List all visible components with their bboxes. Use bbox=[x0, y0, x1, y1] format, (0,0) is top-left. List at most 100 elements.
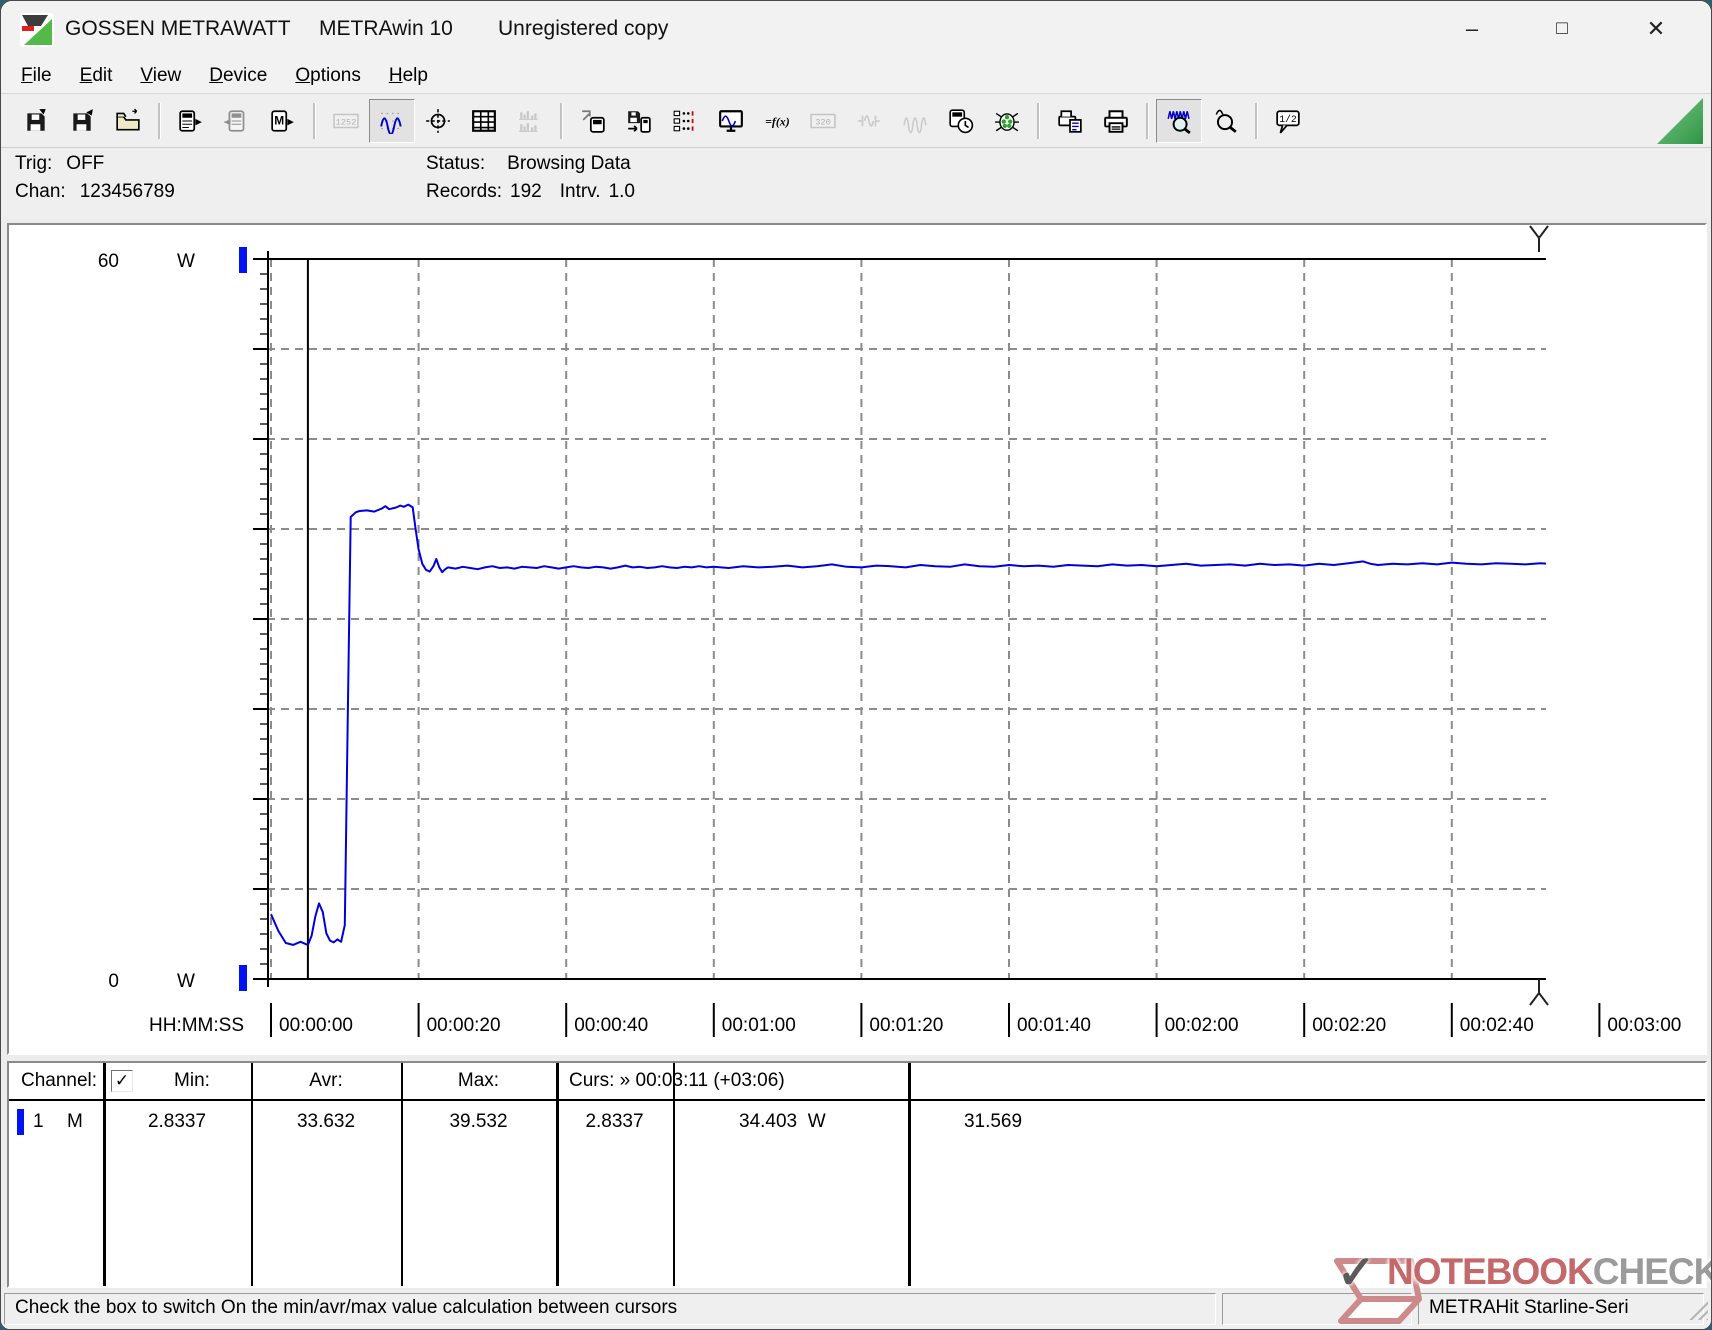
status-line: Status:Browsing Data bbox=[426, 153, 631, 175]
timed-recording-button[interactable] bbox=[938, 99, 984, 143]
print-preview-button[interactable] bbox=[1047, 99, 1093, 143]
toolbar-separator bbox=[313, 103, 316, 139]
cursor2-unit: W bbox=[808, 1111, 826, 1132]
channel-status: Chan:123456789 bbox=[15, 181, 175, 203]
menu-item-help[interactable]: Help bbox=[375, 65, 442, 87]
records-line: Records:192Intrv.1.0 bbox=[426, 181, 635, 203]
toolbar: M 1252 =f(x) 320 1/2 bbox=[1, 94, 1711, 148]
send-to-device-button bbox=[214, 99, 260, 143]
statusbar-empty-section bbox=[1222, 1293, 1412, 1325]
max-header: Max: bbox=[401, 1070, 556, 1092]
table-view-button[interactable] bbox=[461, 99, 507, 143]
save-export-button[interactable] bbox=[13, 99, 59, 143]
title-brand: GOSSEN METRAWATT bbox=[65, 17, 291, 41]
title-app: METRAwin 10 bbox=[319, 17, 453, 41]
channel-number: 1 bbox=[33, 1111, 44, 1133]
monitor-view-icon bbox=[718, 108, 744, 134]
cursor-header: Curs: » 00:03:11 (+03:06) bbox=[569, 1070, 785, 1092]
menu-item-file[interactable]: File bbox=[7, 65, 66, 87]
title-unregistered-note: Unregistered copy bbox=[498, 17, 668, 41]
header-underline bbox=[9, 1099, 1705, 1101]
toolbar-separator bbox=[1037, 103, 1040, 139]
device-settings-button[interactable] bbox=[570, 99, 616, 143]
interval-value: 1.0 bbox=[609, 181, 635, 202]
trigger-status: Trig: OFF bbox=[15, 153, 104, 175]
print-button[interactable] bbox=[1093, 99, 1139, 143]
zoom-in-button[interactable] bbox=[1156, 99, 1202, 143]
filter-button bbox=[892, 99, 938, 143]
svg-text:1/2: 1/2 bbox=[1279, 114, 1297, 125]
formula-button[interactable]: =f(x) bbox=[754, 99, 800, 143]
extra-value: 31.569 bbox=[908, 1111, 1078, 1133]
histogram-view-icon bbox=[517, 108, 543, 134]
column-divider bbox=[401, 1063, 403, 1286]
channel-header: Channel: bbox=[21, 1070, 97, 1092]
records-value: 192 bbox=[510, 181, 542, 202]
title-bar[interactable]: GOSSEN METRAWATT METRAwin 10 Unregistere… bbox=[1, 1, 1711, 58]
save-import-button[interactable] bbox=[59, 99, 105, 143]
maximize-button[interactable]: □ bbox=[1533, 7, 1591, 51]
menu-bar: FileEditViewDeviceOptionsHelp bbox=[1, 58, 1711, 94]
annotation-button[interactable]: 1/2 bbox=[1265, 99, 1311, 143]
open-file-button[interactable] bbox=[105, 99, 151, 143]
menu-item-device[interactable]: Device bbox=[195, 65, 281, 87]
svg-text:M: M bbox=[274, 113, 284, 127]
table-view-icon bbox=[471, 108, 497, 134]
zoom-out-icon bbox=[1212, 108, 1238, 134]
close-button[interactable]: ✕ bbox=[1627, 7, 1685, 51]
channel-settings-button[interactable] bbox=[662, 99, 708, 143]
info-bar: Trig: OFF Chan:123456789 Status:Browsing … bbox=[1, 149, 1711, 219]
filter-icon bbox=[902, 108, 928, 134]
device-display-button: 320 bbox=[800, 99, 846, 143]
read-memory-button[interactable]: M bbox=[260, 99, 306, 143]
statusbar-hint: Check the box to switch On the min/avr/m… bbox=[4, 1293, 1216, 1325]
xy-view-button[interactable] bbox=[415, 99, 461, 143]
toolbar-separator bbox=[1146, 103, 1149, 139]
analog-signal-icon bbox=[856, 108, 882, 134]
histogram-view-button bbox=[507, 99, 553, 143]
menu-item-options[interactable]: Options bbox=[281, 65, 374, 87]
debug-icon bbox=[994, 108, 1020, 134]
debug-button[interactable] bbox=[984, 99, 1030, 143]
numeric-display-button: 1252 bbox=[323, 99, 369, 143]
minmax-checkbox[interactable]: ✓ bbox=[111, 1070, 133, 1092]
cursor1-value: 2.8337 bbox=[556, 1111, 673, 1133]
store-device-settings-button[interactable] bbox=[616, 99, 662, 143]
read-from-device-button[interactable] bbox=[168, 99, 214, 143]
column-divider bbox=[251, 1063, 253, 1286]
zoom-out-button[interactable] bbox=[1202, 99, 1248, 143]
gossen-metrawatt-logo-icon bbox=[19, 12, 55, 48]
save-import-icon bbox=[69, 108, 95, 134]
monitor-view-button[interactable] bbox=[708, 99, 754, 143]
menu-item-edit[interactable]: Edit bbox=[66, 65, 127, 87]
min-header: Min: bbox=[133, 1070, 251, 1092]
analog-signal-button bbox=[846, 99, 892, 143]
chart-panel[interactable] bbox=[7, 223, 1707, 1055]
open-file-icon bbox=[115, 108, 141, 134]
trig-value: OFF bbox=[66, 153, 104, 174]
column-divider bbox=[556, 1063, 559, 1286]
max-value: 39.532 bbox=[401, 1111, 556, 1133]
chart-view-button[interactable] bbox=[369, 99, 415, 143]
trig-label: Trig: bbox=[15, 153, 52, 174]
print-icon bbox=[1103, 108, 1129, 134]
stats-panel: Channel: ✓ Min: Avr: Max: Curs: » 00:03:… bbox=[7, 1061, 1707, 1288]
avr-value: 33.632 bbox=[251, 1111, 401, 1133]
annotation-icon: 1/2 bbox=[1275, 108, 1301, 134]
chan-value: 123456789 bbox=[80, 181, 175, 202]
svg-text:320: 320 bbox=[815, 117, 831, 127]
svg-text:1252: 1252 bbox=[336, 117, 357, 127]
svg-text:=f(x): =f(x) bbox=[765, 114, 790, 128]
records-label: Records: bbox=[426, 181, 502, 202]
minimize-button[interactable]: – bbox=[1443, 7, 1501, 51]
min-value: 2.8337 bbox=[103, 1111, 251, 1133]
channel-mode: M bbox=[67, 1111, 83, 1133]
xy-view-icon bbox=[425, 108, 451, 134]
toolbar-separator bbox=[1255, 103, 1258, 139]
cursor2-value: 34.403 W bbox=[739, 1111, 826, 1133]
status-label: Status: bbox=[426, 153, 485, 174]
statusbar-device: METRAHit Starline-Seri bbox=[1418, 1293, 1704, 1325]
zoom-in-icon bbox=[1166, 108, 1192, 134]
menu-item-view[interactable]: View bbox=[126, 65, 195, 87]
store-device-settings-icon bbox=[626, 108, 652, 134]
